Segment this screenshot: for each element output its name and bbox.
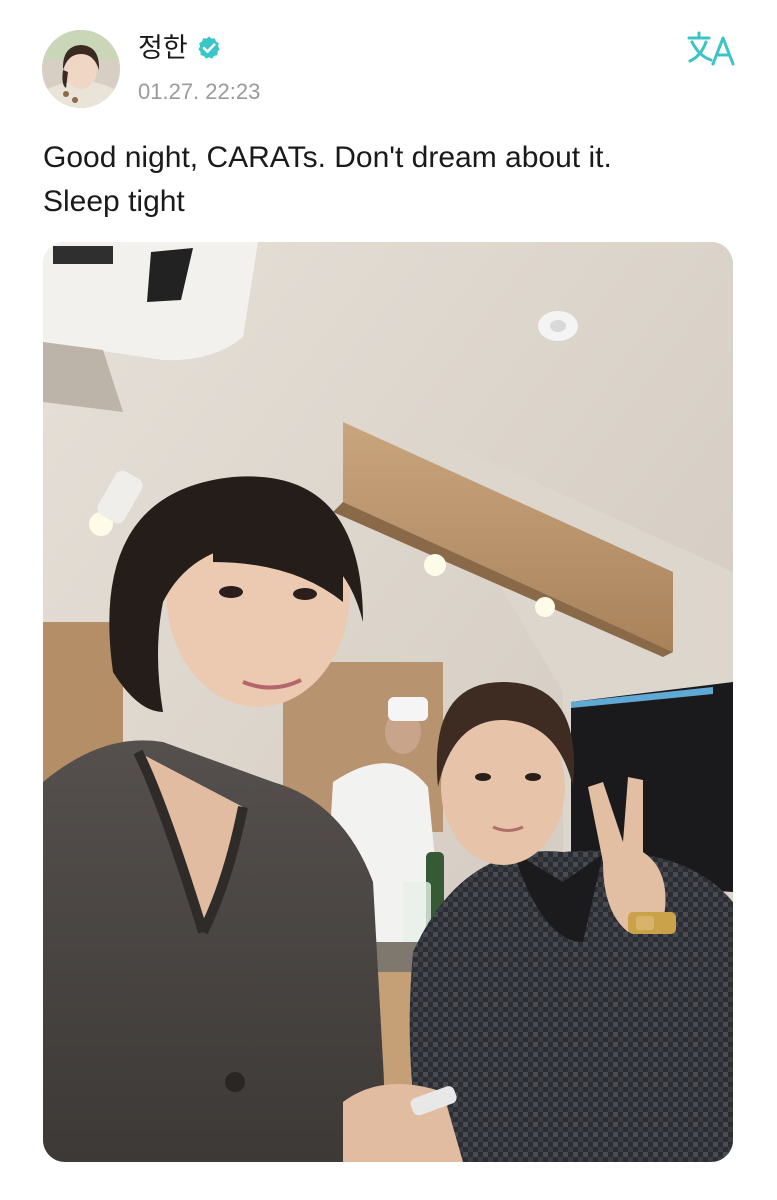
post-timestamp: 01.27. 22:23 [138,79,261,104]
author-avatar[interactable] [42,30,120,108]
avatar-image [42,30,120,108]
verified-badge-icon [198,36,220,59]
translate-button[interactable] [687,30,737,70]
post-text-line-1: Good night, CARATs. Don't dream about it… [43,141,612,174]
author-name-row: 정한 [138,30,222,66]
selfie-photo [43,242,733,1162]
author-name[interactable]: 정한 [138,30,188,66]
translate-icon [687,31,735,66]
post-text: Good night, CARATs. Don't dream about it… [43,136,733,224]
post-card: 정한 01.27. 22:23 Good night, CARATs. Don'… [0,0,777,1200]
post-photo[interactable] [43,242,733,1162]
post-text-line-2: Sleep tight [43,185,185,218]
